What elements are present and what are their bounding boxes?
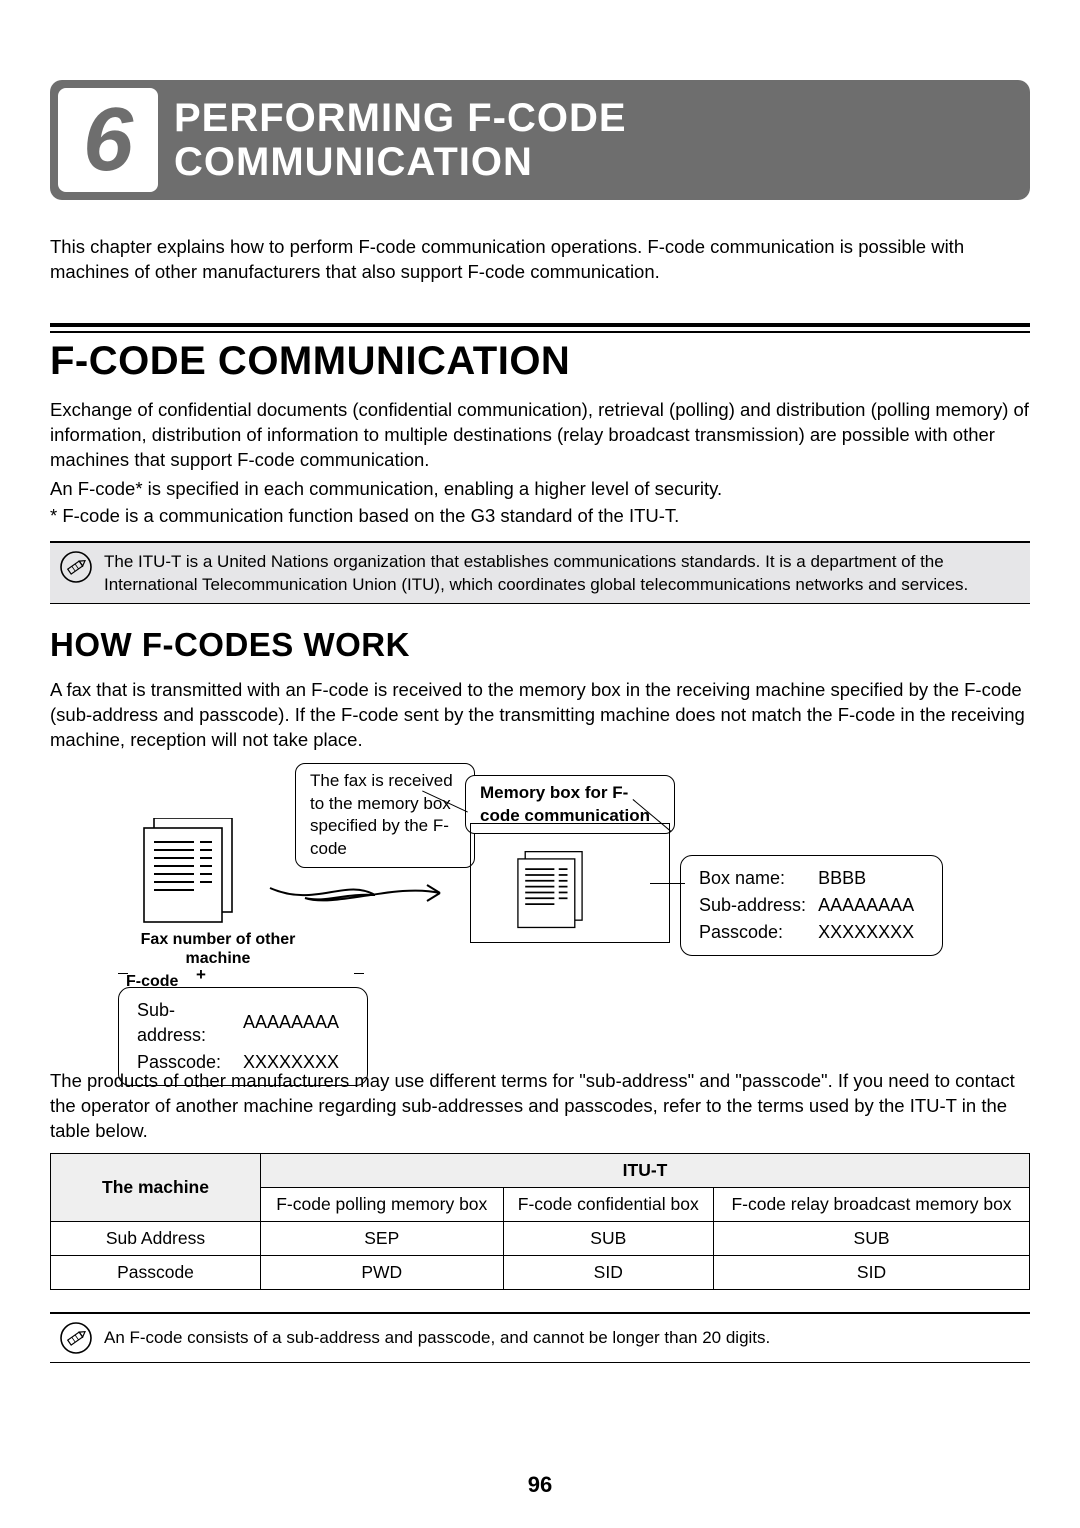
chapter-intro: This chapter explains how to perform F-c… xyxy=(50,235,1030,285)
paragraph-p1: Exchange of confidential documents (conf… xyxy=(50,398,1030,473)
fcode-diagram: The fax is received to the memory box sp… xyxy=(100,763,980,1063)
fax-document-icon xyxy=(140,818,236,926)
fax-caption: Fax number of other machine xyxy=(128,930,308,968)
pencil-icon xyxy=(58,1320,94,1356)
boxinfo-sub-val: AAAAAAAA xyxy=(818,893,924,918)
paragraph-p4: A fax that is transmitted with an F-code… xyxy=(50,678,1030,753)
itu-row0-c2: SUB xyxy=(714,1222,1030,1256)
chapter-banner: 6 PERFORMING F-CODE COMMUNICATION xyxy=(50,80,1030,200)
subsection-heading-how: HOW F-CODES WORK xyxy=(50,626,1030,664)
chapter-number-box: 6 xyxy=(58,88,158,192)
memory-box-info-table: Box name:BBBB Sub-address:AAAAAAAA Passc… xyxy=(697,864,926,948)
fcode-sub-val: AAAAAAAA xyxy=(243,998,349,1048)
boxinfo-name-val: BBBB xyxy=(818,866,924,891)
section-heading-fcode: F-CODE COMMUNICATION xyxy=(50,339,1030,384)
itu-row0-label: Sub Address xyxy=(51,1222,261,1256)
fcode-pass-val: XXXXXXXX xyxy=(243,1050,349,1075)
fcode-box: Sub-address:AAAAAAAA Passcode:XXXXXXXX xyxy=(118,987,368,1087)
page-number: 96 xyxy=(0,1472,1080,1498)
paragraph-p3: * F-code is a communication function bas… xyxy=(50,504,1030,529)
boxinfo-pass-val: XXXXXXXX xyxy=(818,920,924,945)
fcode-box-table: Sub-address:AAAAAAAA Passcode:XXXXXXXX xyxy=(135,996,351,1078)
itu-row0-c0: SEP xyxy=(261,1222,504,1256)
itu-row1-label: Passcode xyxy=(51,1256,261,1290)
arrow-icon xyxy=(265,873,465,913)
callout-receive: The fax is received to the memory box sp… xyxy=(295,763,475,869)
note-digits: An F-code consists of a sub-address and … xyxy=(50,1312,1030,1363)
chapter-number: 6 xyxy=(83,95,133,185)
note-itu-text: The ITU-T is a United Nations organizati… xyxy=(104,549,1022,597)
note-digits-text: An F-code consists of a sub-address and … xyxy=(104,1320,770,1350)
table-row: Sub Address SEP SUB SUB xyxy=(51,1222,1030,1256)
itu-header-itu: ITU-T xyxy=(261,1154,1030,1188)
paragraph-p2: An F-code* is specified in each communic… xyxy=(50,477,1030,502)
boxinfo-name-label: Box name: xyxy=(699,866,816,891)
boxinfo-pass-label: Passcode: xyxy=(699,920,816,945)
itu-subhead-2: F-code relay broadcast memory box xyxy=(714,1188,1030,1222)
pencil-icon xyxy=(58,549,94,585)
note-itu: The ITU-T is a United Nations organizati… xyxy=(50,541,1030,604)
itu-row0-c1: SUB xyxy=(503,1222,714,1256)
chapter-title-line1: PERFORMING F-CODE xyxy=(174,96,627,140)
section-divider xyxy=(50,323,1030,333)
itu-table: The machine ITU-T F-code polling memory … xyxy=(50,1153,1030,1290)
chapter-title-line2: COMMUNICATION xyxy=(174,140,533,184)
fax-document-in-box-icon xyxy=(515,851,585,931)
itu-subhead-1: F-code confidential box xyxy=(503,1188,714,1222)
itu-subhead-0: F-code polling memory box xyxy=(261,1188,504,1222)
plus-sign: + xyxy=(196,965,206,985)
itu-row1-c0: PWD xyxy=(261,1256,504,1290)
fcode-pass-label: Passcode: xyxy=(137,1050,241,1075)
memory-box-info: Box name:BBBB Sub-address:AAAAAAAA Passc… xyxy=(680,855,943,957)
chapter-title: PERFORMING F-CODE COMMUNICATION xyxy=(174,96,627,184)
boxinfo-sub-label: Sub-address: xyxy=(699,893,816,918)
itu-row1-c1: SID xyxy=(503,1256,714,1290)
itu-header-machine: The machine xyxy=(51,1154,261,1222)
fcode-sub-label: Sub-address: xyxy=(137,998,241,1048)
tick-line xyxy=(354,973,364,974)
table-row: Passcode PWD SID SID xyxy=(51,1256,1030,1290)
itu-row1-c2: SID xyxy=(714,1256,1030,1290)
